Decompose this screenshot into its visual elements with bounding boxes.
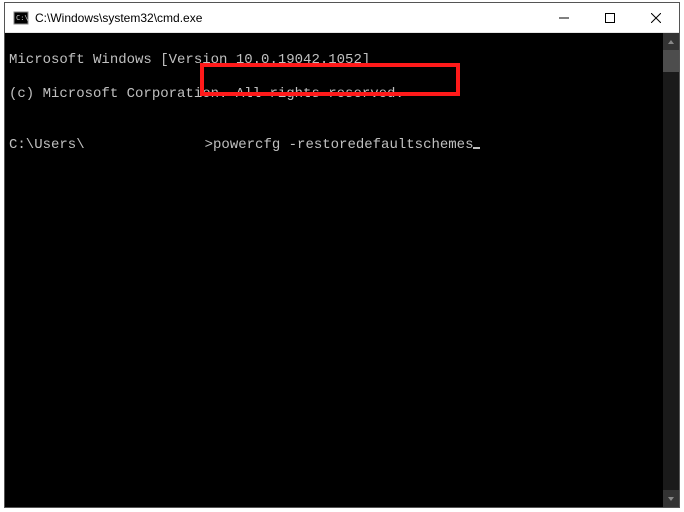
prompt-line: C:\Users\ >powercfg -restoredefaultscheme… (9, 137, 663, 154)
version-line: Microsoft Windows [Version 10.0.19042.10… (9, 52, 663, 69)
console-output[interactable]: Microsoft Windows [Version 10.0.19042.10… (5, 33, 663, 507)
window-title: C:\Windows\system32\cmd.exe (35, 11, 202, 25)
close-icon (651, 13, 661, 23)
scroll-up-button[interactable] (663, 33, 679, 50)
titlebar[interactable]: C:\ C:\Windows\system32\cmd.exe (5, 3, 679, 33)
minimize-button[interactable] (541, 3, 587, 33)
maximize-button[interactable] (587, 3, 633, 33)
scroll-up-icon (667, 38, 675, 46)
svg-text:C:\: C:\ (16, 14, 29, 22)
scroll-track[interactable] (663, 50, 679, 490)
vertical-scrollbar[interactable] (663, 33, 679, 507)
copyright-line: (c) Microsoft Corporation. All rights re… (9, 86, 663, 103)
scroll-down-icon (667, 495, 675, 503)
client-area: Microsoft Windows [Version 10.0.19042.10… (5, 33, 679, 507)
redacted-username (85, 137, 205, 151)
scroll-down-button[interactable] (663, 490, 679, 507)
close-button[interactable] (633, 3, 679, 33)
cmd-window: C:\ C:\Windows\system32\cmd.exe Microsof… (4, 2, 680, 508)
cmd-icon: C:\ (13, 10, 29, 26)
prompt-suffix: > (205, 137, 213, 153)
maximize-icon (605, 13, 615, 23)
cursor (473, 147, 480, 149)
command-text: powercfg -restoredefaultschemes (213, 137, 473, 153)
minimize-icon (559, 13, 569, 23)
prompt-prefix: C:\Users\ (9, 137, 85, 153)
scroll-thumb[interactable] (663, 50, 679, 72)
